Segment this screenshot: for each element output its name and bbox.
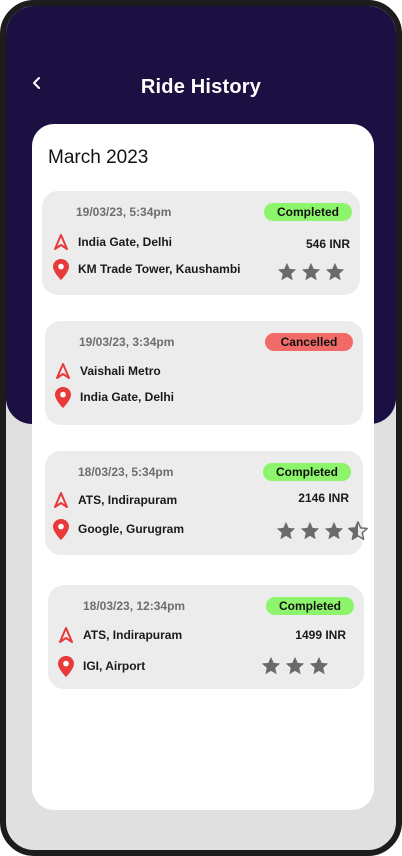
location-pin-icon [54,386,72,408]
ride-fare: 546 INR [305,237,350,251]
pickup-row: ATS, Indirapuram [57,624,182,646]
pickup-row: India Gate, Delhi [52,231,172,253]
ride-fare: 1499 INR [295,628,346,642]
ride-card[interactable]: 18/03/23, 12:34pm Completed ATS, Indirap… [48,585,364,689]
rating-stars [276,261,346,283]
ride-datetime: 19/03/23, 5:34pm [76,205,172,219]
pickup-location: Vaishali Metro [80,364,161,378]
pickup-location: ATS, Indirapuram [83,628,183,642]
pickup-row: Vaishali Metro [54,360,161,382]
star-icon [276,521,296,540]
pickup-location: India Gate, Delhi [78,235,173,249]
ride-history-sheet: March 2023 19/03/23, 5:34pm Completed In… [32,124,374,810]
page-title: Ride History [140,76,262,98]
star-icon [277,262,297,281]
drop-location: Google, Gurugram [78,522,185,536]
ride-card[interactable]: 19/03/23, 3:34pm Cancelled Vaishali Metr… [45,321,363,425]
star-icon [325,262,345,281]
drop-location: India Gate, Delhi [80,390,175,404]
pickup-location: ATS, Indirapuram [78,493,178,507]
drop-row: KM Trade Tower, Kaushambi [52,258,240,280]
ride-datetime: 19/03/23, 3:34pm [79,335,175,349]
drop-location: IGI, Airport [83,659,146,673]
drop-row: Google, Gurugram [52,518,184,540]
ride-card[interactable]: 19/03/23, 5:34pm Completed India Gate, D… [42,191,360,295]
drop-location: KM Trade Tower, Kaushambi [78,262,241,276]
star-icon [309,656,329,675]
star-icon [300,521,320,540]
half-star-icon [348,521,368,540]
ride-datetime: 18/03/23, 5:34pm [78,465,174,479]
star-icon [261,656,281,675]
navigation-arrow-icon [57,624,75,646]
rating-stars [275,520,369,542]
ride-fare: 2146 INR [298,491,349,505]
star-icon [285,656,305,675]
ride-card[interactable]: 18/03/23, 5:34pm Completed ATS, Indirapu… [45,451,368,555]
ride-datetime: 18/03/23, 12:34pm [83,599,186,613]
star-icon [324,521,344,540]
location-pin-icon [57,655,75,677]
pickup-row: ATS, Indirapuram [52,489,177,511]
status-badge: Completed [266,597,354,615]
status-badge: Cancelled [265,333,353,351]
star-icon [301,262,321,281]
navigation-arrow-icon [54,360,72,382]
location-pin-icon [52,518,70,540]
status-badge: Completed [264,203,352,221]
rating-stars [260,655,330,677]
drop-row: IGI, Airport [57,655,145,677]
location-pin-icon [52,258,70,280]
phone-frame: Ride History March 2023 19/03/23, 5:34pm… [0,0,402,856]
navigation-arrow-icon [52,489,70,511]
drop-row: India Gate, Delhi [54,386,174,408]
status-badge: Completed [263,463,351,481]
month-heading: March 2023 [48,147,149,168]
navigation-arrow-icon [52,231,70,253]
